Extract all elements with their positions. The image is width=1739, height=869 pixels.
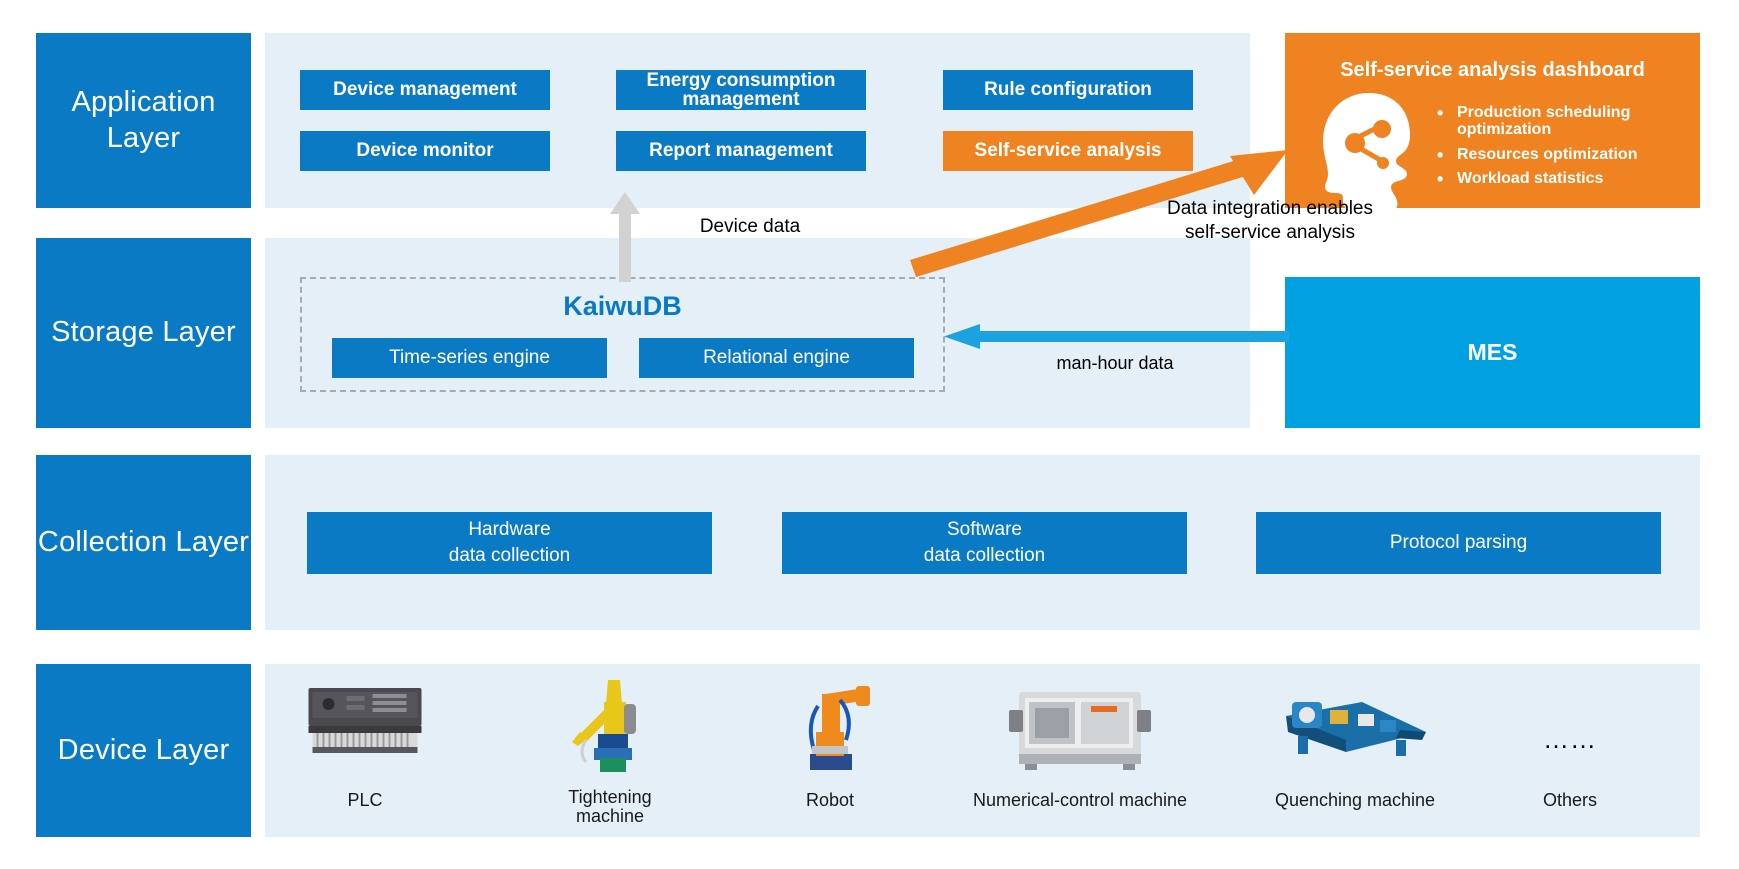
module-device-monitor[interactable]: Device monitor	[300, 131, 550, 171]
tightening-machine-icon	[564, 674, 656, 779]
device-item-tightening-machine[interactable]: Tightening machine	[490, 672, 730, 832]
dashboard-bullet-item: Workload statistics	[1435, 170, 1685, 189]
data-integration-label: Data integration enables self-service an…	[1167, 198, 1373, 243]
plc-icon	[303, 684, 428, 761]
dashboard-title: Self-service analysis dashboard	[1340, 59, 1645, 81]
collection-software-data-collection[interactable]: Software data collection	[782, 512, 1187, 574]
engine-time-series[interactable]: Time-series engine	[332, 338, 607, 378]
device-data-arrow	[610, 192, 640, 282]
man-hour-data-arrow	[944, 324, 1289, 349]
module-report-management[interactable]: Report management	[616, 131, 866, 171]
collection-protocol-parsing[interactable]: Protocol parsing	[1256, 512, 1661, 574]
layer-label-device: Device Layer	[36, 664, 251, 837]
ellipsis-icon: ……	[1543, 724, 1597, 754]
device-label-robot: Robot	[805, 790, 855, 810]
head-network-icon	[1319, 91, 1423, 208]
device-label-cnc-machine: Numerical-control machine	[972, 790, 1188, 810]
dashboard-bullet-item: Resources optimization	[1435, 146, 1685, 165]
layer-label-storage: Storage Layer	[36, 238, 251, 428]
architecture-diagram: Application Layer Device management Devi…	[0, 0, 1739, 869]
man-hour-data-label: man-hour data	[1056, 353, 1174, 373]
device-label-plc: PLC	[347, 790, 383, 810]
dashboard-bullet-list: Production scheduling optimization Resou…	[1435, 104, 1685, 196]
cnc-machine-icon	[1005, 686, 1155, 777]
module-rule-configuration[interactable]: Rule configuration	[943, 70, 1193, 110]
kaiwudb-group: KaiwuDB Time-series engine Relational en…	[300, 277, 945, 392]
kaiwudb-title: KaiwuDB	[563, 291, 682, 321]
dashboard-bullet-item: Production scheduling optimization	[1435, 104, 1685, 139]
module-energy-consumption-management[interactable]: Energy consumption management	[616, 70, 866, 110]
layer-label-collection: Collection Layer	[36, 455, 251, 630]
engine-relational[interactable]: Relational engine	[639, 338, 914, 378]
self-service-analysis-dashboard-panel[interactable]: Self-service analysis dashboard Producti…	[1285, 33, 1700, 208]
device-item-robot[interactable]: Robot	[710, 672, 950, 832]
layer-label-application: Application Layer	[36, 33, 251, 208]
quenching-machine-icon	[1276, 696, 1434, 767]
collection-hardware-data-collection[interactable]: Hardware data collection	[307, 512, 712, 574]
module-device-management[interactable]: Device management	[300, 70, 550, 110]
device-item-others[interactable]: …… Others	[1450, 672, 1690, 832]
robot-icon	[782, 676, 878, 779]
device-item-cnc-machine[interactable]: Numerical-control machine	[930, 672, 1230, 832]
mes-system-box[interactable]: MES	[1285, 277, 1700, 428]
device-label-others: Others	[1542, 790, 1598, 810]
device-item-plc[interactable]: PLC	[245, 672, 485, 832]
device-data-label: Device data	[699, 216, 801, 237]
